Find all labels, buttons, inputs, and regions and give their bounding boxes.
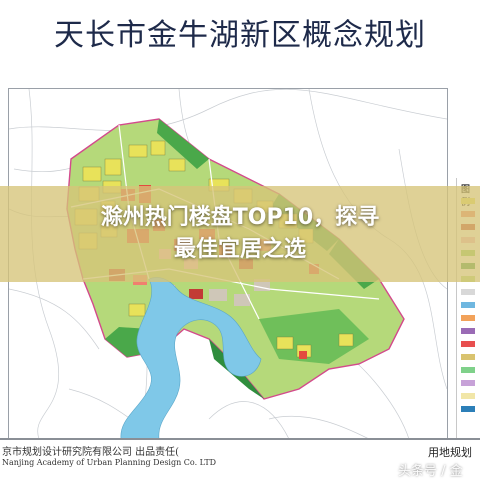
legend-swatch bbox=[461, 341, 475, 347]
institute-name-cn: 京市规划设计研究院有限公司 出品责任( bbox=[2, 447, 180, 458]
legend-swatch bbox=[461, 354, 475, 360]
legend-swatch bbox=[461, 406, 475, 412]
legend-swatch bbox=[461, 367, 475, 373]
legend-swatch bbox=[461, 302, 475, 308]
institute-name-en: Nanjing Academy of Urban Planning Design… bbox=[2, 458, 217, 467]
headline-text: 滁州热门楼盘TOP10，探寻 最佳宜居之选 bbox=[0, 202, 480, 266]
legend-swatch bbox=[461, 328, 475, 334]
sheet-name: 用地规划 bbox=[428, 446, 472, 459]
headline-line-2: 最佳宜居之选 bbox=[173, 237, 306, 262]
legend-swatch bbox=[461, 315, 475, 321]
map-title: 天长市金牛湖新区概念规划 bbox=[54, 18, 426, 53]
footer-divider bbox=[0, 438, 480, 440]
legend-swatch bbox=[461, 289, 475, 295]
legend-swatch bbox=[461, 380, 475, 386]
watermark: 头条号 / 金 bbox=[398, 464, 463, 479]
legend-swatch bbox=[461, 393, 475, 399]
headline-line-1: 滁州热门楼盘TOP10，探寻 bbox=[100, 205, 380, 230]
